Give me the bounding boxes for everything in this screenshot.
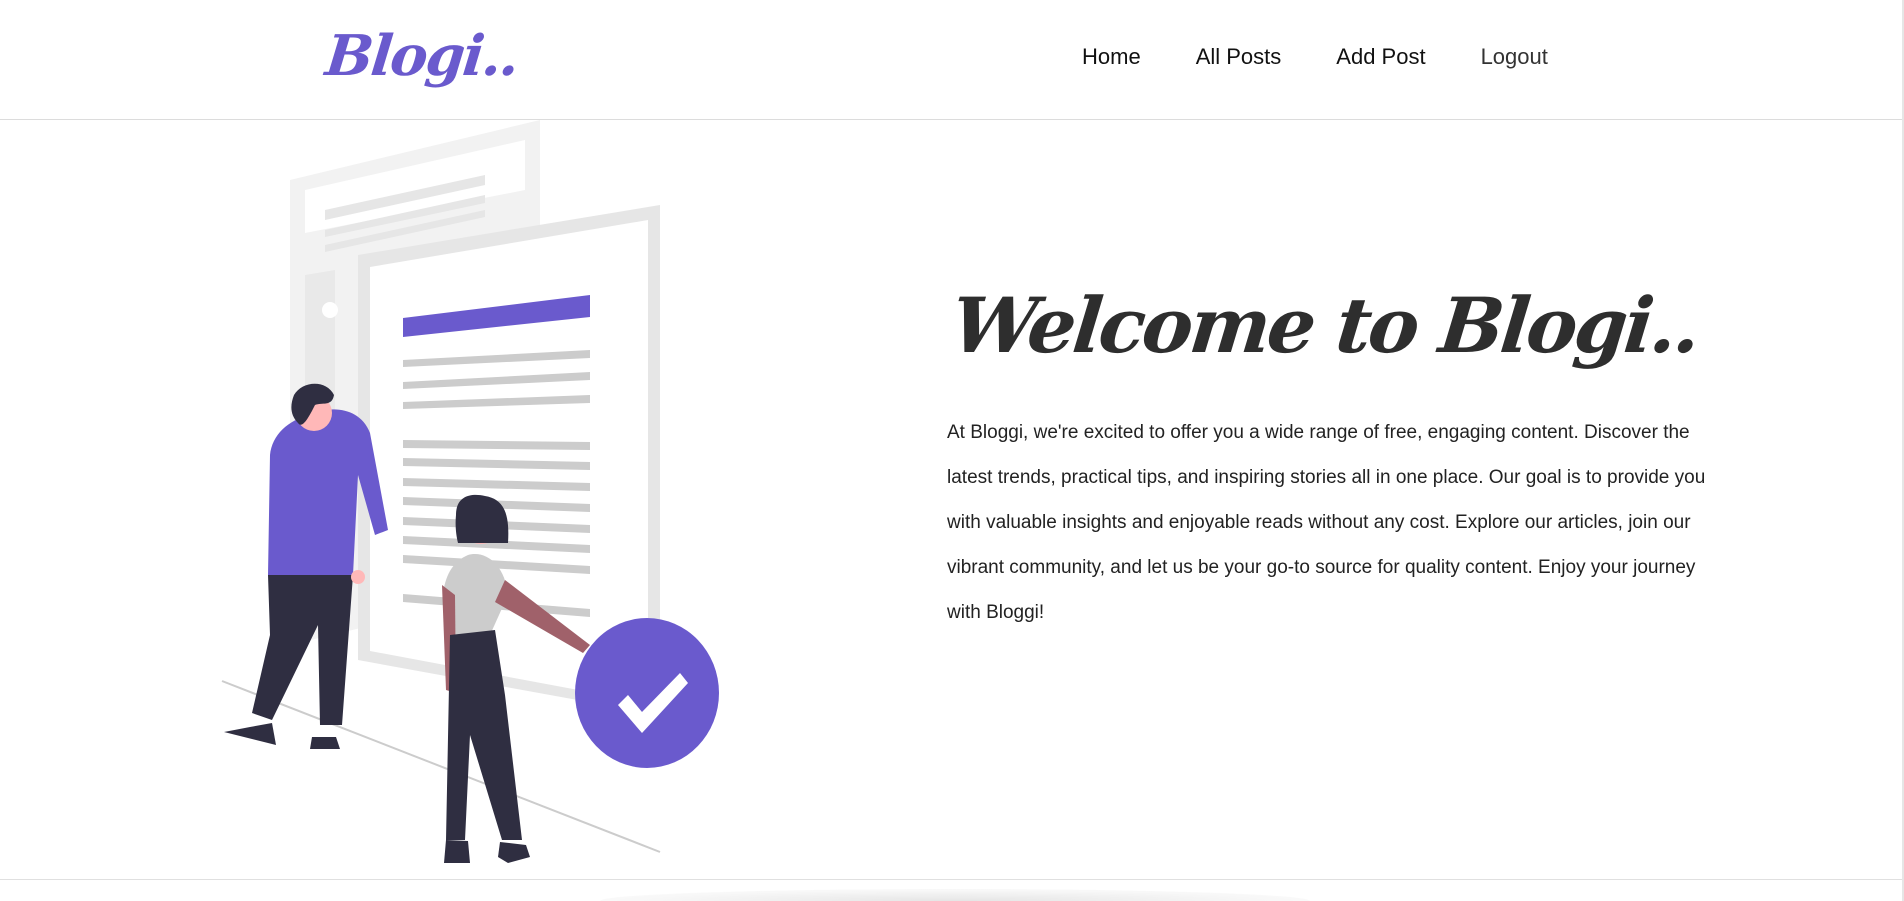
nav-add-post-link[interactable]: Add Post (1336, 42, 1425, 72)
hero-illustration (221, 120, 719, 863)
checkmark-badge-icon (575, 618, 719, 768)
nav-home-link[interactable]: Home (1082, 42, 1141, 72)
section-divider (0, 879, 1902, 880)
page: Blogi.. Home All Posts Add Post Logout W… (0, 0, 1904, 901)
hero-description: At Bloggi, we're excited to offer you a … (947, 422, 1706, 623)
nav-links: Home All Posts Add Post Logout (1082, 42, 1548, 72)
hero-title: Welcome to Blogi.. (947, 280, 1703, 370)
nav-logout-link[interactable]: Logout (1481, 42, 1548, 72)
nav-all-posts-link[interactable]: All Posts (1196, 42, 1282, 72)
footer-card-shadow (600, 889, 1310, 901)
brand-logo[interactable]: Blogi.. (322, 22, 521, 90)
navbar: Blogi.. Home All Posts Add Post Logout (0, 0, 1902, 120)
